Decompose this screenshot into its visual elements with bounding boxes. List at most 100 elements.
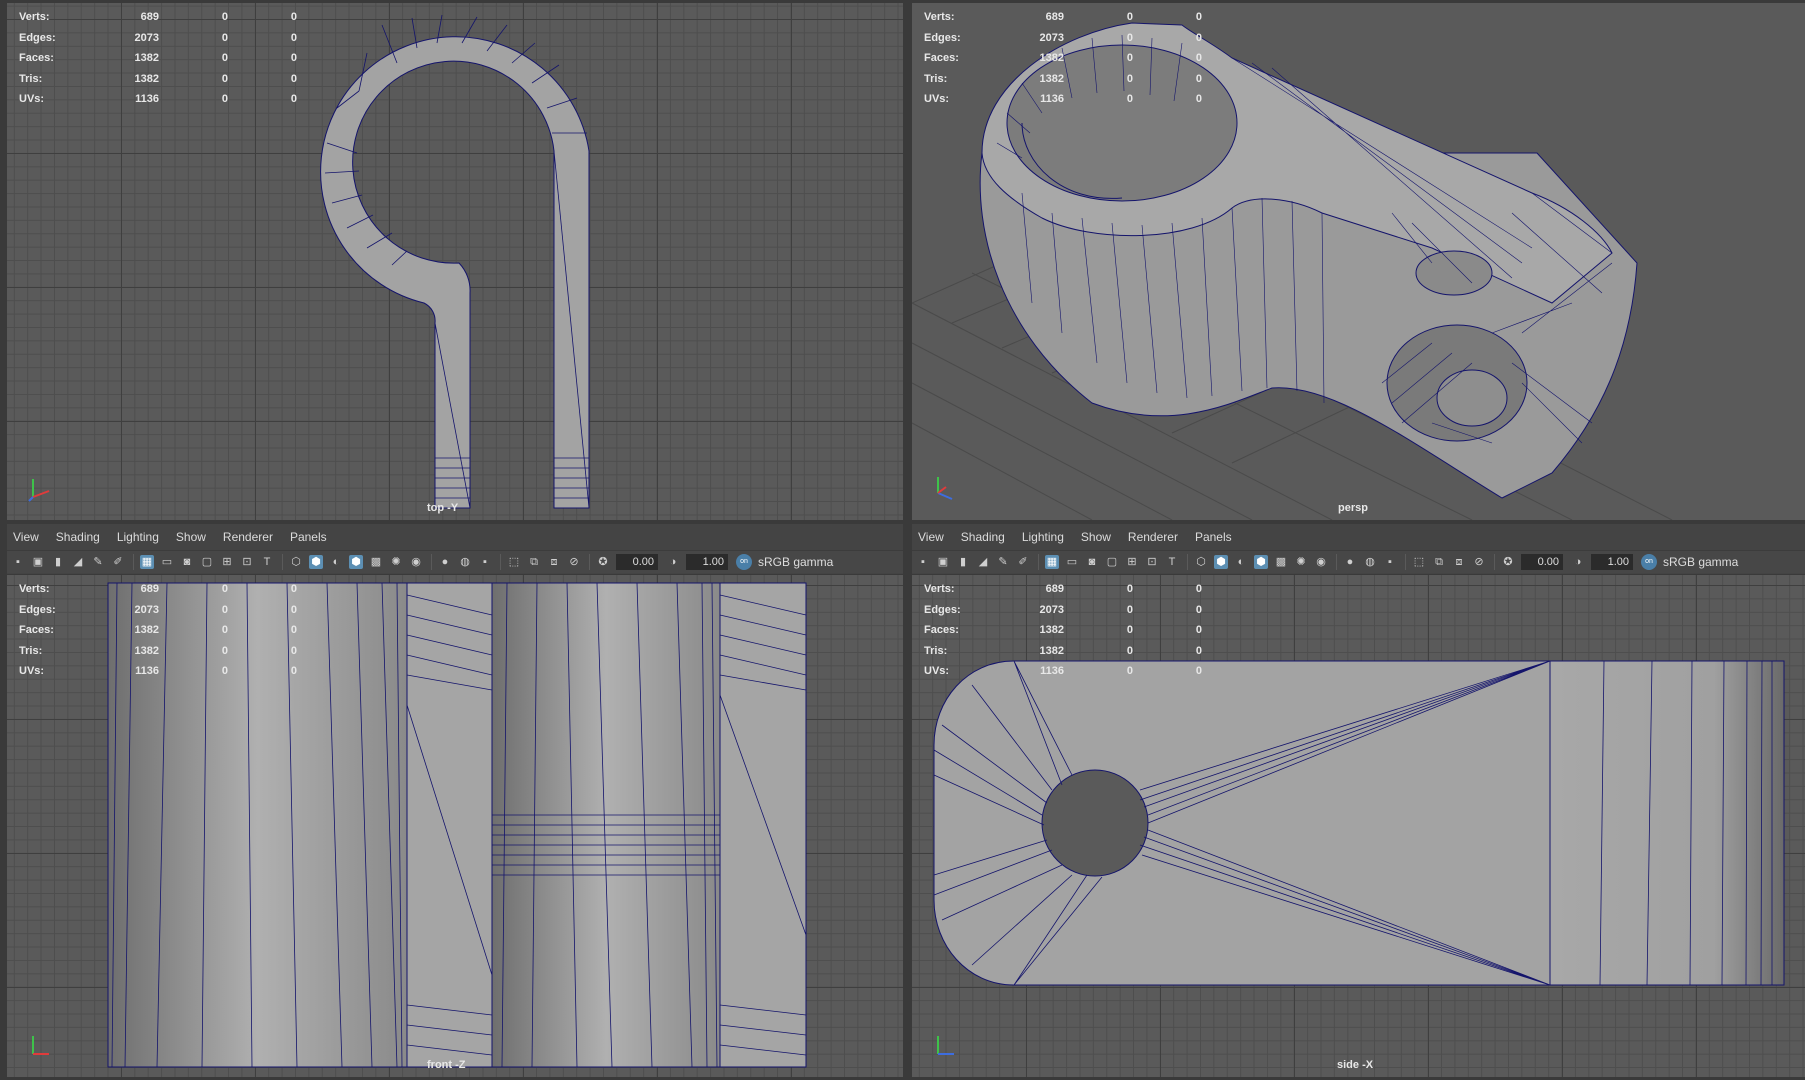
shadows-icon[interactable]: ◉ (409, 555, 423, 569)
screen-space-ao-icon[interactable]: ● (438, 555, 452, 569)
xray-icon[interactable]: ⧉ (527, 555, 541, 569)
safe-action-icon[interactable]: ⊡ (240, 555, 254, 569)
gamma-field[interactable]: 1.00 (1591, 554, 1633, 570)
exposure-field[interactable]: 0.00 (1521, 554, 1563, 570)
viewport-top[interactable]: Verts: 689 0 0 Edges: 2073 0 0 Faces: 1382 0 0 Tr… (7, 3, 903, 520)
menu-lighting[interactable]: Lighting (1022, 530, 1064, 544)
axis-gizmo (932, 1030, 962, 1065)
wireframe-icon[interactable]: ⬡ (1194, 555, 1208, 569)
backface-culling-icon[interactable]: ⊘ (1472, 555, 1486, 569)
menu-panels[interactable]: Panels (1195, 530, 1232, 544)
image-plane-icon[interactable]: ◢ (71, 555, 85, 569)
lights-icon[interactable]: ✺ (1294, 555, 1308, 569)
viewport-splitter[interactable] (903, 0, 912, 1080)
pan-zoom-icon[interactable]: ✎ (91, 555, 105, 569)
panel-toolbar: ▪ ▣ ▮ ◢ ✎ ✐ ▦ ▭ ◙ ▢ ⊞ ⊡ T ⬡ ⬢ ◐ ⬢ ▩ ✺ ◉ … (7, 550, 903, 573)
resolution-gate-icon[interactable]: ◙ (180, 555, 194, 569)
toolbar-separator (1038, 554, 1039, 570)
resolution-gate-icon[interactable]: ◙ (1085, 555, 1099, 569)
grease-pencil-icon[interactable]: ✐ (111, 555, 125, 569)
menu-shading[interactable]: Shading (56, 530, 100, 544)
axis-gizmo (27, 1030, 57, 1065)
motion-blur-icon[interactable]: ◍ (1363, 555, 1377, 569)
safe-action-icon[interactable]: ⊡ (1145, 555, 1159, 569)
panel-menu-bar: View Shading Lighting Show Renderer Pane… (7, 524, 903, 550)
menu-shading[interactable]: Shading (961, 530, 1005, 544)
textured-icon[interactable]: ▩ (369, 555, 383, 569)
image-plane-icon[interactable]: ◢ (976, 555, 990, 569)
gate-mask-icon[interactable]: ▢ (1105, 555, 1119, 569)
menu-renderer[interactable]: Renderer (223, 530, 273, 544)
gamma-icon[interactable]: ◑ (666, 555, 680, 569)
motion-blur-icon[interactable]: ◍ (458, 555, 472, 569)
color-management-icon[interactable]: on (736, 554, 752, 570)
anti-aliasing-icon[interactable]: ▪ (1383, 555, 1397, 569)
menu-renderer[interactable]: Renderer (1128, 530, 1178, 544)
film-gate-icon[interactable]: ▭ (1065, 555, 1079, 569)
exposure-icon[interactable]: ✪ (1501, 555, 1515, 569)
panel-bar-right: View Shading Lighting Show Renderer Pane… (912, 524, 1805, 574)
poly-count-hud: Verts: 689 0 0 Edges: 2073 0 0 Faces: 1382 0 0 Tr… (19, 583, 297, 678)
camera-label: side -X (1337, 1059, 1374, 1071)
smooth-shade-icon[interactable]: ⬢ (309, 555, 323, 569)
viewport-side[interactable]: Verts: 689 0 0 Edges: 2073 0 0 Faces: 1382 0 0 Tr… (912, 575, 1805, 1077)
xray-joints-icon[interactable]: ⧈ (1452, 555, 1466, 569)
backface-culling-icon[interactable]: ⊘ (567, 555, 581, 569)
xray-joints-icon[interactable]: ⧈ (547, 555, 561, 569)
menu-panels[interactable]: Panels (290, 530, 327, 544)
camera-icon[interactable]: ▪ (11, 555, 25, 569)
safe-title-icon[interactable]: T (1165, 555, 1179, 569)
camera-icon[interactable]: ▪ (916, 555, 930, 569)
viewport-front[interactable]: Verts: 689 0 0 Edges: 2073 0 0 Faces: 1382 0 0 Tr… (7, 575, 903, 1077)
bookmark-icon[interactable]: ▮ (956, 555, 970, 569)
isolate-select-icon[interactable]: ⬚ (1412, 555, 1426, 569)
pan-zoom-icon[interactable]: ✎ (996, 555, 1010, 569)
wireframe-on-shaded-icon[interactable]: ⬢ (349, 555, 363, 569)
safe-title-icon[interactable]: T (260, 555, 274, 569)
axis-gizmo (932, 473, 962, 508)
screen-space-ao-icon[interactable]: ● (1343, 555, 1357, 569)
toolbar-separator (1187, 554, 1188, 570)
menu-lighting[interactable]: Lighting (117, 530, 159, 544)
textured-icon[interactable]: ▩ (1274, 555, 1288, 569)
exposure-field[interactable]: 0.00 (616, 554, 658, 570)
poly-count-hud: Verts: 689 0 0 Edges: 2073 0 0 Faces: 1382 0 0 Tr… (19, 11, 297, 106)
toolbar-separator (500, 554, 501, 570)
menu-view[interactable]: View (918, 530, 944, 544)
toolbar-separator (589, 554, 590, 570)
grid-icon[interactable]: ▦ (140, 555, 154, 569)
poly-count-hud: Verts: 689 0 0 Edges: 2073 0 0 Faces: 1382 0 0 Tr… (924, 11, 1202, 106)
lights-icon[interactable]: ✺ (389, 555, 403, 569)
camera-attributes-icon[interactable]: ▣ (936, 555, 950, 569)
isolate-select-icon[interactable]: ⬚ (507, 555, 521, 569)
camera-label: persp (1338, 502, 1368, 514)
grid-icon[interactable]: ▦ (1045, 555, 1059, 569)
gate-mask-icon[interactable]: ▢ (200, 555, 214, 569)
color-space-dropdown[interactable]: sRGB gamma (1663, 555, 1738, 569)
wireframe-on-shaded-icon[interactable]: ⬢ (1254, 555, 1268, 569)
field-chart-icon[interactable]: ⊞ (220, 555, 234, 569)
panel-bar-left: View Shading Lighting Show Renderer Pane… (7, 524, 903, 574)
color-space-dropdown[interactable]: sRGB gamma (758, 555, 833, 569)
gamma-field[interactable]: 1.00 (686, 554, 728, 570)
menu-show[interactable]: Show (176, 530, 206, 544)
grease-pencil-icon[interactable]: ✐ (1016, 555, 1030, 569)
camera-attributes-icon[interactable]: ▣ (31, 555, 45, 569)
menu-show[interactable]: Show (1081, 530, 1111, 544)
default-material-icon[interactable]: ◐ (1234, 555, 1248, 569)
anti-aliasing-icon[interactable]: ▪ (478, 555, 492, 569)
field-chart-icon[interactable]: ⊞ (1125, 555, 1139, 569)
color-management-icon[interactable]: on (1641, 554, 1657, 570)
wireframe-icon[interactable]: ⬡ (289, 555, 303, 569)
panel-toolbar: ▪ ▣ ▮ ◢ ✎ ✐ ▦ ▭ ◙ ▢ ⊞ ⊡ T ⬡ ⬢ ◐ ⬢ ▩ ✺ ◉ … (912, 550, 1805, 573)
xray-icon[interactable]: ⧉ (1432, 555, 1446, 569)
shadows-icon[interactable]: ◉ (1314, 555, 1328, 569)
default-material-icon[interactable]: ◐ (329, 555, 343, 569)
gamma-icon[interactable]: ◑ (1571, 555, 1585, 569)
viewport-persp[interactable]: Verts: 689 0 0 Edges: 2073 0 0 Faces: 1382 0 0 Tr… (912, 3, 1805, 520)
film-gate-icon[interactable]: ▭ (160, 555, 174, 569)
exposure-icon[interactable]: ✪ (596, 555, 610, 569)
smooth-shade-icon[interactable]: ⬢ (1214, 555, 1228, 569)
bookmark-icon[interactable]: ▮ (51, 555, 65, 569)
menu-view[interactable]: View (13, 530, 39, 544)
